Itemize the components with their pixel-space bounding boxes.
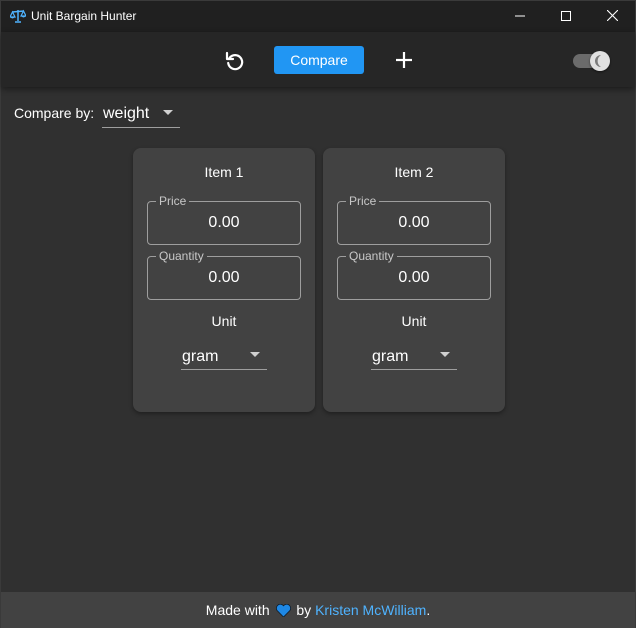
theme-toggle[interactable] xyxy=(573,51,611,71)
item-title: Item 2 xyxy=(394,164,434,180)
close-button[interactable] xyxy=(589,1,635,32)
reset-icon xyxy=(223,51,247,77)
chevron-down-icon xyxy=(250,352,260,357)
price-value: 0.00 xyxy=(398,214,430,231)
price-field[interactable]: Price 0.00 xyxy=(337,194,491,245)
chevron-down-icon xyxy=(440,352,450,357)
reset-button[interactable] xyxy=(223,49,247,73)
author-link[interactable]: Kristen McWilliam xyxy=(315,602,426,618)
plus-icon xyxy=(393,52,415,75)
quantity-label: Quantity xyxy=(346,249,397,263)
footer-period: . xyxy=(426,602,431,618)
quantity-value: 0.00 xyxy=(398,269,430,286)
unit-value: gram xyxy=(372,348,409,365)
price-label: Price xyxy=(156,194,190,208)
unit-dropdown[interactable]: gram xyxy=(181,344,267,370)
item-card-1: Item 1 Price 0.00 Quantity 0.00 Unit gra… xyxy=(133,148,315,412)
unit-dropdown[interactable]: gram xyxy=(371,344,457,370)
quantity-field[interactable]: Quantity 0.00 xyxy=(337,249,491,300)
price-field[interactable]: Price 0.00 xyxy=(147,194,301,245)
footer-made-with: Made with xyxy=(205,602,270,618)
compare-by-value: weight xyxy=(103,105,150,122)
quantity-value: 0.00 xyxy=(208,269,240,286)
moon-icon xyxy=(590,55,610,75)
maximize-icon xyxy=(561,8,571,26)
footer-by: by xyxy=(296,602,312,618)
add-item-button[interactable] xyxy=(393,49,415,71)
minimize-icon xyxy=(515,8,525,26)
quantity-field[interactable]: Quantity 0.00 xyxy=(147,249,301,300)
app-window: Unit Bargain Hunter Compare Compare by: … xyxy=(0,0,636,628)
toolbar: Compare xyxy=(1,32,635,87)
quantity-label: Quantity xyxy=(156,249,207,263)
compare-by-label: Compare by: xyxy=(14,105,95,121)
unit-value: gram xyxy=(182,348,219,365)
scale-icon xyxy=(9,9,27,23)
unit-label: Unit xyxy=(211,313,237,329)
compare-by-dropdown[interactable]: weight xyxy=(102,101,180,128)
item-card-2: Item 2 Price 0.00 Quantity 0.00 Unit gra… xyxy=(323,148,505,412)
item-title: Item 1 xyxy=(204,164,244,180)
chevron-down-icon xyxy=(163,110,173,115)
window-title: Unit Bargain Hunter xyxy=(31,9,137,23)
price-value: 0.00 xyxy=(208,214,240,231)
maximize-button[interactable] xyxy=(543,1,589,32)
close-icon xyxy=(606,8,618,26)
compare-button[interactable]: Compare xyxy=(274,46,364,74)
title-bar: Unit Bargain Hunter xyxy=(1,1,635,32)
footer: Made with by Kristen McWilliam. xyxy=(1,592,635,628)
heart-icon xyxy=(275,594,291,618)
unit-label: Unit xyxy=(401,313,427,329)
toggle-knob xyxy=(590,51,610,71)
minimize-button[interactable] xyxy=(497,1,543,32)
price-label: Price xyxy=(346,194,380,208)
